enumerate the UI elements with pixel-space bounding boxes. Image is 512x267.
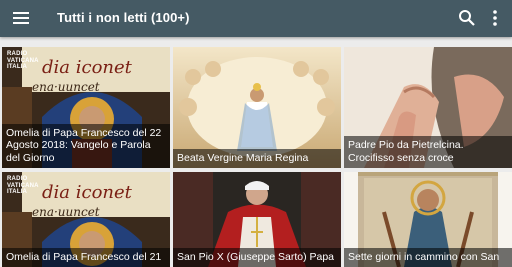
svg-text:ena·uuncet: ena·uuncet	[32, 80, 100, 94]
radio-vaticana-logo: RADIO VATICANA ITALIA	[7, 51, 39, 70]
article-grid: dia iconet ena·uuncet RADIO VATICANA ITALI…	[0, 37, 512, 267]
menu-icon[interactable]	[13, 11, 29, 25]
page-title: Tutti i non letti (100+)	[57, 10, 190, 25]
article-card[interactable]: Padre Pio da Pietrelcina. Crocifisso sen…	[344, 47, 512, 168]
article-card[interactable]: Sette giorni in cammino con San	[344, 172, 512, 267]
article-title: Beata Vergine Maria Regina	[173, 148, 341, 168]
app-bar: Tutti i non letti (100+)	[0, 0, 512, 37]
article-card[interactable]: San Pio X (Giuseppe Sarto) Papa	[173, 172, 341, 267]
svg-text:dia iconet: dia iconet	[42, 182, 133, 203]
article-card[interactable]: dia iconet ena·uuncet RADIO VATICANA ITALI…	[2, 172, 170, 267]
article-card[interactable]: dia iconet ena·uuncet RADIO VATICANA ITALI…	[2, 47, 170, 168]
article-title: San Pio X (Giuseppe Sarto) Papa	[173, 247, 341, 267]
more-vert-icon[interactable]	[490, 9, 500, 27]
article-title: Omelia di Papa Francesco del 21	[2, 247, 170, 267]
svg-text:dia iconet: dia iconet	[42, 57, 133, 78]
search-icon[interactable]	[458, 9, 476, 27]
article-title: Sette giorni in cammino con San	[344, 247, 512, 267]
svg-text:ena·uuncet: ena·uuncet	[32, 205, 100, 219]
article-title: Padre Pio da Pietrelcina. Crocifisso sen…	[344, 136, 512, 168]
article-card[interactable]: Beata Vergine Maria Regina	[173, 47, 341, 168]
radio-vaticana-logo: RADIO VATICANA ITALIA	[7, 176, 39, 195]
article-title: Omelia di Papa Francesco del 22 Agosto 2…	[2, 123, 170, 168]
